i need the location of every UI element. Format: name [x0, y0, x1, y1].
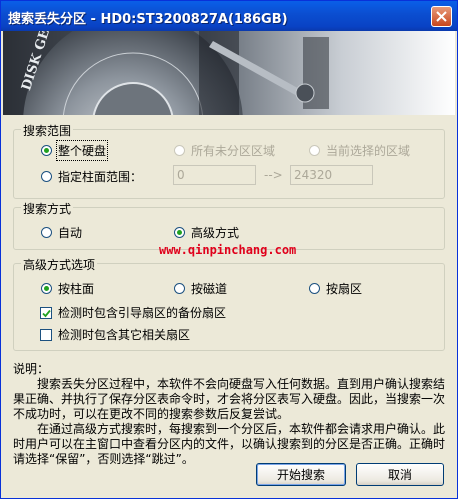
cancel-button[interactable]: 取消: [356, 463, 444, 486]
description-line: 时用户可以在主窗口中查看分区内的文件，以确认搜索到的分区是否正确。正确时: [13, 437, 446, 451]
radio-whole-disk[interactable]: 整个硬盘: [41, 140, 109, 161]
checkbox-box: [40, 306, 52, 319]
radio-label: 高级方式: [191, 226, 240, 240]
checkbox-include-backup-boot[interactable]: 检测时包含引导扇区的备份扇区: [40, 304, 226, 321]
banner-image: DISK GENIUS: [3, 31, 455, 115]
radio-current-selection[interactable]: 当前选择的区域: [309, 142, 410, 159]
radio-indicator: [41, 171, 52, 182]
radio-indicator: [41, 283, 52, 294]
radio-label: 整个硬盘: [55, 140, 109, 161]
description-line: 在通过高级方式搜索时，每搜索到一个分区后，本软件都会请求用户确认。此: [13, 422, 446, 436]
radio-indicator: [309, 283, 320, 294]
description-line: 搜索丢失分区过程中，本软件不会向硬盘写入任何数据。直到用户确认搜索结: [13, 377, 446, 391]
radio-by-track[interactable]: 按磁道: [174, 280, 227, 297]
description-line: 不成功时，可以在更改不同的搜索参数后反复尝试。: [13, 407, 290, 421]
dialog-window: 搜索丢失分区 - HD0:ST3200827A(186GB) DISK GENI…: [0, 0, 458, 499]
radio-label: 按柱面: [58, 282, 95, 296]
radio-indicator: [41, 227, 52, 238]
radio-label: 指定柱面范围：: [58, 170, 143, 184]
hard-disk-banner-graphic: DISK GENIUS: [3, 31, 455, 115]
radio-unpartitioned[interactable]: 所有未分区区域: [174, 142, 275, 159]
radio-indicator: [174, 283, 185, 294]
radio-indicator: [174, 145, 185, 156]
radio-label: 按扇区: [326, 282, 363, 296]
radio-label: 当前选择的区域: [326, 144, 411, 158]
radio-label: 所有未分区区域: [191, 144, 276, 158]
radio-indicator: [174, 227, 185, 238]
search-mode-legend: 搜索方式: [21, 200, 74, 217]
checkbox-box: [40, 328, 52, 341]
cylinder-to-input[interactable]: 24320: [290, 165, 373, 185]
cylinder-from-input[interactable]: 0: [173, 165, 256, 185]
checkbox-label: 检测时包含其它相关扇区: [58, 328, 191, 342]
description-heading: 说明：: [13, 362, 50, 376]
radio-auto[interactable]: 自动: [41, 224, 82, 241]
close-button[interactable]: [431, 6, 452, 27]
description-line: 果正确、并执行了保存分区表命令时，才会将分区表写入硬盘。因此，当搜索一次: [13, 392, 446, 406]
description-text: 说明： 搜索丢失分区过程中，本软件不会向硬盘写入任何数据。直到用户确认搜索结 果…: [13, 362, 449, 467]
checkbox-label: 检测时包含引导扇区的备份扇区: [58, 306, 227, 320]
radio-by-cylinder[interactable]: 按柱面: [41, 280, 94, 297]
radio-indicator: [41, 145, 52, 156]
start-search-button[interactable]: 开始搜索: [256, 463, 346, 486]
radio-by-sector[interactable]: 按扇区: [309, 280, 362, 297]
checkmark-icon: [42, 309, 51, 317]
title-bar[interactable]: 搜索丢失分区 - HD0:ST3200827A(186GB): [1, 1, 457, 31]
radio-label: 自动: [58, 226, 83, 240]
watermark-text: www.qinpinchang.com: [159, 243, 297, 257]
advanced-options-legend: 高级方式选项: [21, 256, 98, 273]
range-arrow: -->: [264, 168, 283, 182]
search-range-group: 搜索范围: [13, 122, 445, 199]
radio-cylinder-range[interactable]: 指定柱面范围：: [41, 168, 142, 185]
radio-advanced[interactable]: 高级方式: [174, 224, 239, 241]
search-range-legend: 搜索范围: [21, 122, 74, 139]
checkbox-include-other[interactable]: 检测时包含其它相关扇区: [40, 326, 190, 343]
close-icon: [436, 11, 447, 22]
window-title: 搜索丢失分区 - HD0:ST3200827A(186GB): [8, 12, 288, 27]
radio-label: 按磁道: [191, 282, 228, 296]
radio-indicator: [309, 145, 320, 156]
